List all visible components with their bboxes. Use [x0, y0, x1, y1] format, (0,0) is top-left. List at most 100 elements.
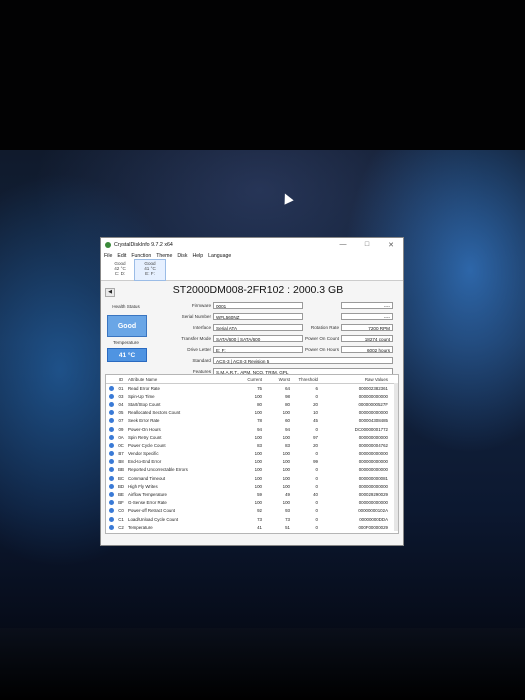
table-row[interactable]: BD High Fly Writes 100 100 0 000000000000	[106, 482, 398, 490]
firmware-label: Firmware	[191, 303, 211, 308]
cell-raw: 000F00000029	[358, 524, 388, 530]
table-row[interactable]: 01 Read Error Rate 75 64 6 000002382361	[106, 384, 398, 392]
maximize-icon[interactable]: □	[355, 241, 379, 249]
power-on-hours-label: Power On Hours	[305, 347, 339, 352]
status-dot-icon	[106, 492, 116, 498]
cell-raw: 000000000000	[358, 451, 388, 457]
menu-edit[interactable]: Edit	[117, 253, 126, 259]
cell-current: 75	[257, 385, 262, 391]
status-dot-icon	[106, 451, 116, 457]
status-dot-icon	[106, 524, 116, 530]
health-status-button[interactable]: Good	[107, 315, 147, 337]
good-status-icon	[108, 442, 114, 448]
standard-value: ACS-3 | ACS-3 Revision 5	[213, 357, 393, 364]
table-row[interactable]: B7 Vendor Specific 100 100 0 000000000000	[106, 450, 398, 458]
menu-file[interactable]: File	[104, 253, 112, 259]
header-raw-values[interactable]: Raw Values	[318, 377, 392, 382]
menu-theme[interactable]: Theme	[156, 253, 172, 259]
menu-function[interactable]: Function	[131, 253, 151, 259]
minimize-icon[interactable]: —	[331, 241, 355, 249]
cell-current: 41	[257, 524, 262, 530]
good-status-icon	[108, 500, 114, 506]
cell-threshold: 0	[315, 508, 318, 514]
cell-threshold: 0	[315, 393, 318, 399]
monitor-bottom-bezel	[0, 628, 525, 700]
drive-tab-1[interactable]: Good 42 °C C: D:	[105, 260, 135, 280]
cell-name: Spin Retry Count	[128, 434, 162, 440]
cell-raw: 000000000081	[358, 475, 388, 481]
status-dot-icon	[106, 426, 116, 432]
cell-name: Start/Stop Count	[128, 401, 161, 407]
close-icon[interactable]: ✕	[379, 241, 403, 249]
cell-name: End-to-End Error	[128, 459, 162, 465]
cell-raw: 00000000DDA	[359, 516, 388, 522]
cell-worst: 64	[285, 385, 290, 391]
cell-id: 04	[118, 401, 124, 407]
status-dot-icon	[106, 459, 116, 465]
menu-disk[interactable]: Disk	[177, 253, 187, 259]
cell-name: Spin-Up Time	[128, 393, 155, 399]
cell-worst: 100	[282, 410, 290, 416]
cell-id: 0C	[118, 442, 124, 448]
header-threshold[interactable]: Threshold	[290, 377, 318, 382]
table-row[interactable]: 07 Seek Error Rate 78 60 45 000004308485	[106, 417, 398, 425]
cell-id: BC	[117, 475, 125, 481]
header-id[interactable]: ID	[116, 377, 126, 382]
good-status-icon	[108, 524, 114, 530]
table-row[interactable]: BB Reported Uncorrectable Errors 100 100 0 00…	[106, 466, 398, 474]
rotation-rate-label: Rotation Rate	[310, 325, 339, 330]
cell-current: 100	[254, 467, 262, 473]
table-row[interactable]: 03 Spin-Up Time 100 98 0 000000000000	[106, 392, 398, 400]
header-current[interactable]: Current	[226, 377, 262, 382]
cell-worst: 100	[282, 434, 290, 440]
cell-worst: 83	[285, 442, 290, 448]
status-dot-icon	[106, 508, 116, 514]
cell-current: 80	[257, 401, 262, 407]
table-row[interactable]: 0C Power Cycle Count 83 83 20 000000004762	[106, 441, 398, 449]
title-bar[interactable]: CrystalDiskInfo 9.7.2 x64 — □ ✕	[101, 238, 403, 251]
table-row[interactable]: 09 Power-On Hours 94 94 0 DC00000001772	[106, 425, 398, 433]
table-row[interactable]: C2 Temperature 41 51 0 000F00000029	[106, 523, 398, 531]
cell-worst: 100	[282, 475, 290, 481]
scrollbar[interactable]	[394, 383, 398, 531]
cell-current: 100	[254, 410, 262, 416]
cell-raw: DC00000001772	[354, 426, 388, 432]
status-dot-icon	[106, 475, 116, 481]
cell-id: C1	[118, 516, 124, 522]
table-row[interactable]: BC Command Timeout 100 100 0 000000000081	[106, 474, 398, 482]
smart-rows: 01 Read Error Rate 75 64 6 000002382361 03 Spin…	[106, 384, 398, 531]
table-row[interactable]: C0 Power-off Retract Count 92 93 0 0000000010…	[106, 507, 398, 515]
header-attribute-name[interactable]: Attribute Name	[126, 377, 226, 382]
power-on-count-label: Power On Count	[305, 336, 339, 341]
previous-disk-button[interactable]: ◀	[105, 288, 115, 297]
cell-worst: 51	[285, 524, 290, 530]
good-status-icon	[108, 467, 114, 473]
table-row[interactable]: B8 End-to-End Error 100 100 99 000000000000	[106, 458, 398, 466]
drive-tab-2[interactable]: Good 41 °C E: F:	[134, 259, 166, 281]
cell-worst: 93	[285, 508, 290, 514]
table-row[interactable]: 05 Reallocated Sectors Count 100 100 10 00000…	[106, 409, 398, 417]
table-row[interactable]: 0A Spin Retry Count 100 100 97 000000000000	[106, 433, 398, 441]
temperature-button[interactable]: 41 °C	[107, 348, 147, 362]
cell-current: 100	[254, 483, 262, 489]
cell-raw: 000000000000	[358, 410, 388, 416]
cell-id: 09	[118, 426, 124, 432]
cell-worst: 100	[282, 500, 290, 506]
table-row[interactable]: 04 Start/Stop Count 80 80 20 00000000527F	[106, 400, 398, 408]
cell-threshold: 45	[313, 418, 318, 424]
power-on-count-value: 18274 count	[341, 335, 393, 342]
table-row[interactable]: C1 Load/Unload Cycle Count 73 73 0 00000000DD…	[106, 515, 398, 523]
menu-language[interactable]: Language	[208, 253, 231, 259]
table-row[interactable]: BE Airflow Temperature 59 49 40 000029290029	[106, 490, 398, 498]
cell-raw: 000000000000	[358, 467, 388, 473]
cell-current: 100	[254, 475, 262, 481]
cell-name: High Fly Writes	[128, 483, 158, 489]
cell-threshold: 10	[313, 410, 318, 416]
header-worst[interactable]: Worst	[262, 377, 290, 382]
empty-field-1: ----	[341, 302, 393, 309]
table-row[interactable]: BF G-Sense Error Rate 100 100 0 000000000000	[106, 499, 398, 507]
cell-threshold: 0	[315, 483, 318, 489]
status-dot-icon	[106, 442, 116, 448]
cell-threshold: 40	[313, 492, 318, 498]
menu-help[interactable]: Help	[192, 253, 203, 259]
